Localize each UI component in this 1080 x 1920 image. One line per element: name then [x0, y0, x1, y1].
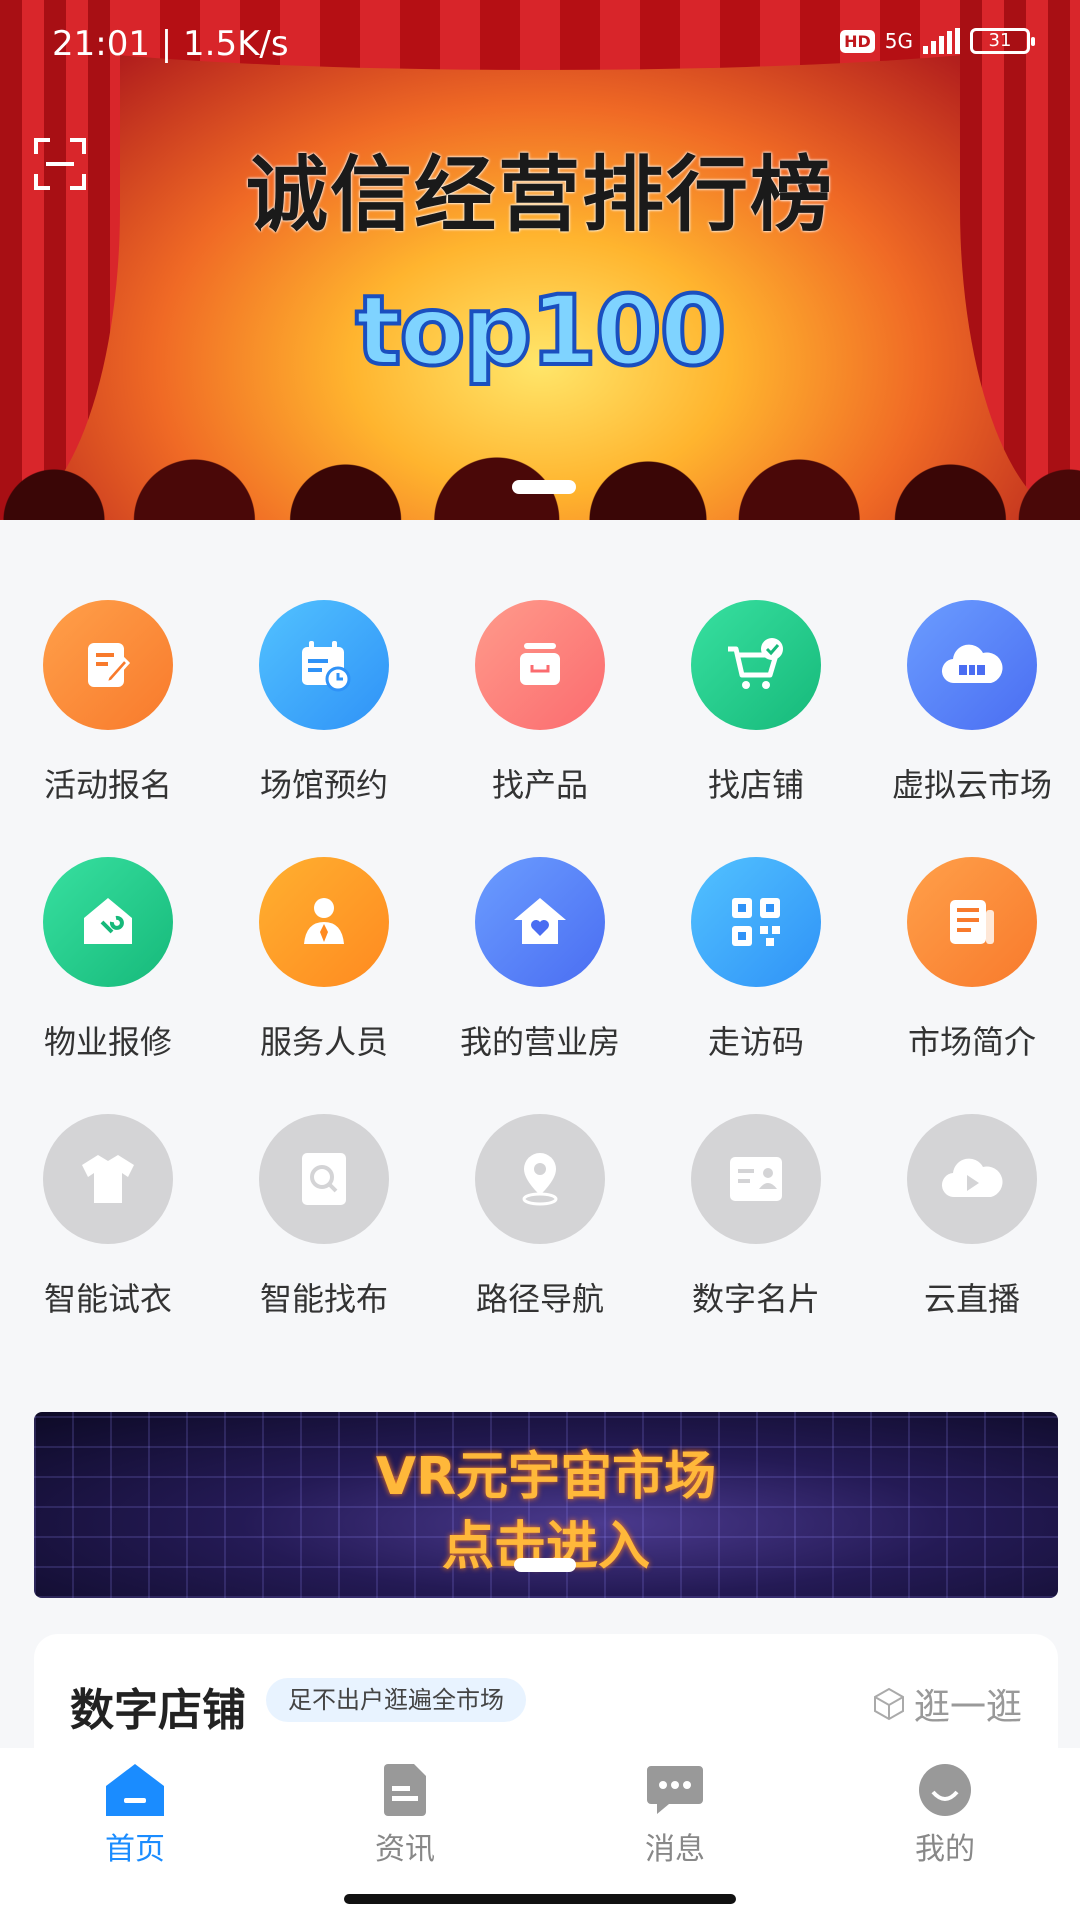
- box-icon: [475, 600, 605, 730]
- vr-market-banner[interactable]: VR元宇宙市场 点击进入: [34, 1412, 1058, 1598]
- grid-item-visit-code[interactable]: 走访码: [648, 857, 864, 1114]
- shirt-icon: [43, 1114, 173, 1244]
- grid-item-virtual-cloud-market[interactable]: 虚拟云市场: [864, 600, 1080, 857]
- grid-label: 场馆预约: [259, 766, 388, 804]
- hd-badge: HD: [840, 29, 875, 53]
- tab-label: 我的: [915, 1832, 975, 1867]
- grid-label: 智能试衣: [43, 1280, 172, 1318]
- grid-label: 市场简介: [907, 1023, 1036, 1061]
- grid-item-digital-card[interactable]: 数字名片: [648, 1114, 864, 1371]
- tab-home[interactable]: 首页: [0, 1748, 270, 1920]
- grid-label: 走访码: [707, 1023, 804, 1061]
- tab-label: 资讯: [375, 1832, 435, 1867]
- document-icon: [907, 857, 1037, 987]
- location-pin-icon: [475, 1114, 605, 1244]
- grid-item-service-staff[interactable]: 服务人员: [216, 857, 432, 1114]
- grid-item-cloud-live[interactable]: 云直播: [864, 1114, 1080, 1371]
- card-title: 数字店铺: [70, 1685, 246, 1736]
- grid-item-smart-fitting[interactable]: 智能试衣: [0, 1114, 216, 1371]
- person-icon: [259, 857, 389, 987]
- banner-title: 诚信经营排行榜: [245, 148, 834, 243]
- home-icon: [106, 1764, 164, 1816]
- vr-banner-title: VR元宇宙市场: [375, 1447, 717, 1507]
- grid-item-activity-signup[interactable]: 活动报名: [0, 600, 216, 857]
- qr-code-icon: [691, 857, 821, 987]
- grid-label: 服务人员: [259, 1023, 388, 1061]
- browse-label: 逛一逛: [913, 1687, 1022, 1728]
- grid-label: 物业报修: [43, 1023, 172, 1061]
- browse-button[interactable]: 逛一逛: [872, 1678, 1022, 1730]
- status-icons: HD 5G 31: [840, 28, 1035, 54]
- grid-label: 我的营业房: [459, 1023, 620, 1061]
- status-time-speed: 21:01 | 1.5K/s: [52, 24, 289, 64]
- scan-icon[interactable]: [34, 138, 86, 190]
- grid-label: 活动报名: [43, 766, 172, 804]
- card-tag: 足不出户逛遍全市场: [266, 1678, 526, 1722]
- house-wrench-icon: [43, 857, 173, 987]
- grid-item-find-product[interactable]: 找产品: [432, 600, 648, 857]
- cloud-play-icon: [907, 1114, 1037, 1244]
- house-heart-icon: [475, 857, 605, 987]
- signal-icon: [923, 28, 960, 54]
- profile-icon: [919, 1764, 971, 1816]
- network-label: 5G: [884, 29, 913, 53]
- cloud-icon: [907, 600, 1037, 730]
- calendar-icon: [259, 600, 389, 730]
- grid-label: 云直播: [923, 1280, 1020, 1318]
- cart-icon: [691, 600, 821, 730]
- grid-label: 路径导航: [475, 1280, 604, 1318]
- crowd-silhouette: [0, 410, 1080, 520]
- vr-page-indicator: [514, 1558, 576, 1572]
- tab-label: 消息: [645, 1832, 705, 1867]
- grid-item-smart-fabric-search[interactable]: 智能找布: [216, 1114, 432, 1371]
- feature-grid: 活动报名 场馆预约 找产品 找店铺 虚拟云市场 物业报修 服务人员 我的营业房 …: [0, 600, 1080, 1371]
- banner-page-indicator: [512, 480, 576, 494]
- edit-icon: [43, 600, 173, 730]
- grid-item-my-business-room[interactable]: 我的营业房: [432, 857, 648, 1114]
- tab-profile[interactable]: 我的: [810, 1748, 1080, 1920]
- grid-label: 数字名片: [691, 1280, 820, 1318]
- grid-item-find-store[interactable]: 找店铺: [648, 600, 864, 857]
- banner-subtitle: top100: [354, 273, 729, 389]
- fabric-search-icon: [259, 1114, 389, 1244]
- home-indicator[interactable]: [344, 1894, 736, 1904]
- id-card-icon: [691, 1114, 821, 1244]
- cube-icon: [873, 1687, 904, 1721]
- grid-item-route-navigation[interactable]: 路径导航: [432, 1114, 648, 1371]
- grid-item-property-repair[interactable]: 物业报修: [0, 857, 216, 1114]
- grid-label: 智能找布: [259, 1280, 388, 1318]
- tab-label: 首页: [105, 1832, 165, 1867]
- grid-label: 找产品: [491, 766, 588, 804]
- top-banner[interactable]: 诚信经营排行榜 top100: [0, 0, 1080, 520]
- grid-item-venue-booking[interactable]: 场馆预约: [216, 600, 432, 857]
- grid-label: 找店铺: [707, 766, 804, 804]
- digital-store-card: 数字店铺 足不出户逛遍全市场 逛一逛: [34, 1634, 1058, 1754]
- battery-icon: 31: [970, 28, 1035, 54]
- grid-item-market-intro[interactable]: 市场简介: [864, 857, 1080, 1114]
- news-icon: [384, 1764, 426, 1816]
- grid-label: 虚拟云市场: [891, 766, 1052, 804]
- message-icon: [647, 1766, 703, 1814]
